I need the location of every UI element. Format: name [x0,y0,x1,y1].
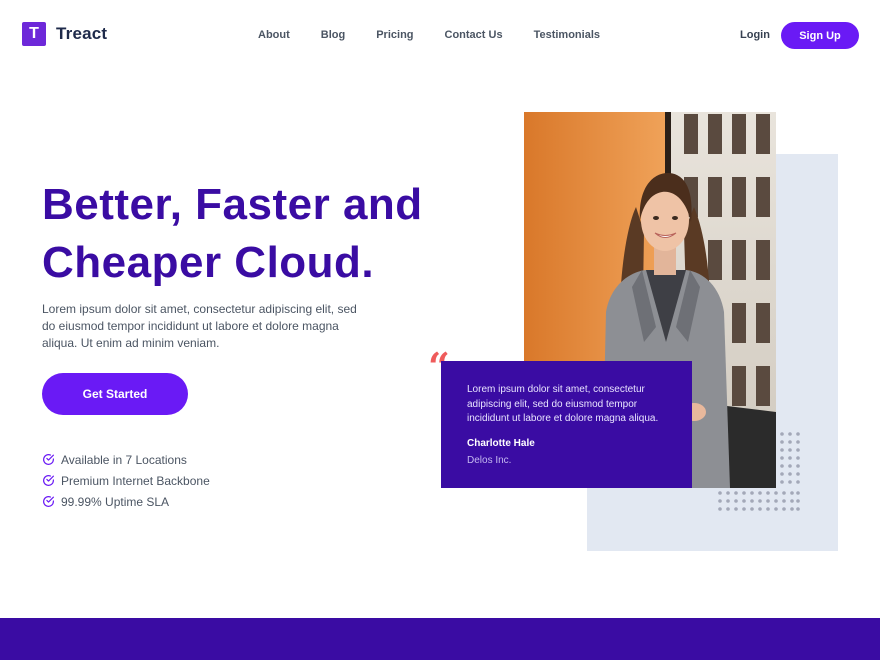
feature-label: Premium Internet Backbone [61,473,210,488]
hero-headline: Better, Faster and Cheaper Cloud. [42,176,462,292]
check-circle-icon [43,475,54,486]
check-circle-icon [43,496,54,507]
feature-item: Premium Internet Backbone [42,470,210,491]
check-circle-icon [43,454,54,465]
feature-item: Available in 7 Locations [42,449,210,470]
nav-link-pricing[interactable]: Pricing [376,29,413,41]
testimonial-card: Lorem ipsum dolor sit amet, consectetur … [441,361,692,488]
hero-description: Lorem ipsum dolor sit amet, consectetur … [42,302,357,350]
decorative-dot-pattern [718,432,800,511]
nav-link-contact-us[interactable]: Contact Us [445,29,503,41]
login-link[interactable]: Login [740,29,770,41]
hero-headline-line-2: Cheaper Cloud. [42,238,375,287]
next-section-band [0,618,880,660]
feature-item: 99.99% Uptime SLA [42,491,210,512]
get-started-button[interactable]: Get Started [42,373,188,415]
nav-link-blog[interactable]: Blog [321,29,345,41]
hero-headline-line-1: Better, Faster and [42,180,423,229]
nav-link-about[interactable]: About [258,29,290,41]
logo-text: Treact [56,24,108,43]
logo[interactable]: T Treact [22,22,107,46]
signup-button[interactable]: Sign Up [781,22,859,49]
feature-label: Available in 7 Locations [61,452,187,467]
testimonial-author: Charlotte Hale [467,437,535,449]
testimonial-text: Lorem ipsum dolor sit amet, consectetur … [467,384,659,424]
site-header: T Treact About Blog Pricing Contact Us T… [0,0,880,70]
testimonial-company: Delos Inc. [467,454,512,466]
feature-label: 99.99% Uptime SLA [61,494,170,509]
feature-list: Available in 7 Locations Premium Interne… [42,449,210,512]
main-nav: About Blog Pricing Contact Us Testimonia… [258,29,600,41]
logo-mark: T [22,22,46,46]
nav-link-testimonials[interactable]: Testimonials [534,29,600,41]
